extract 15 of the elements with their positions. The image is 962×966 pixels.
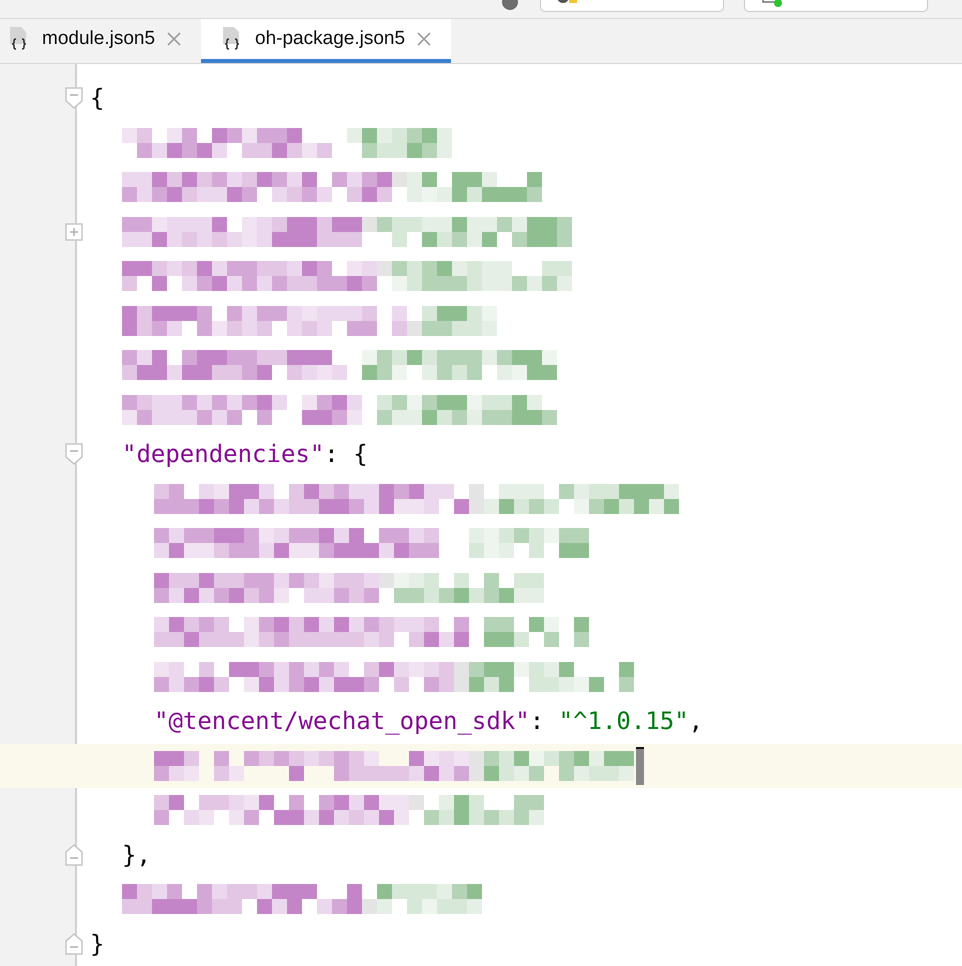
- fold-marker-icon[interactable]: [65, 844, 83, 866]
- close-icon[interactable]: [167, 32, 182, 46]
- close-icon[interactable]: [417, 32, 432, 46]
- fold-marker-icon[interactable]: [65, 932, 83, 955]
- text-cursor: [636, 746, 644, 785]
- fold-marker-icon[interactable]: [65, 87, 83, 110]
- code-line: "@tencent/wechat_open_sdk": "^1.0.15",: [154, 707, 704, 736]
- code-line: "dependencies": {: [122, 440, 368, 468]
- code-line: }: [90, 930, 104, 958]
- code-line: {: [90, 84, 104, 112]
- expand-marker-icon[interactable]: [65, 222, 83, 241]
- file-tab[interactable]: oh-package.json5: [201, 19, 452, 63]
- fold-marker-icon[interactable]: [65, 443, 83, 466]
- code-line: },: [122, 840, 151, 869]
- file-tab[interactable]: module.json5: [0, 19, 202, 63]
